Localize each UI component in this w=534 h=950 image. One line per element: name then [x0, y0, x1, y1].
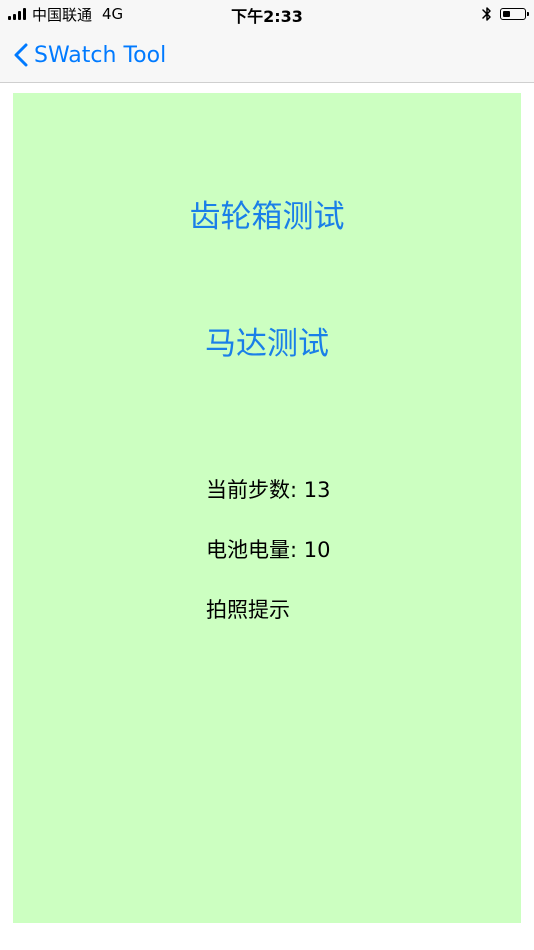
bluetooth-icon	[482, 7, 491, 21]
back-button[interactable]: SWatch Tool	[14, 38, 166, 72]
back-button-label: SWatch Tool	[34, 42, 167, 68]
status-bar: 中国联通 4G 下午2:33	[0, 0, 534, 28]
status-right	[482, 5, 529, 23]
battery-icon	[500, 8, 529, 20]
gearbox-test-button[interactable]: 齿轮箱测试	[13, 191, 521, 236]
battery-level-fill	[502, 10, 510, 17]
current-steps-label: 当前步数: 13	[206, 478, 331, 502]
status-time: 下午2:33	[231, 7, 303, 26]
photo-hint-label: 拍照提示	[206, 598, 290, 622]
chevron-left-icon	[14, 43, 28, 67]
navigation-bar: SWatch Tool	[0, 28, 534, 83]
test-panel: 齿轮箱测试 马达测试 当前步数: 13 电池电量: 10 拍照提示	[13, 93, 521, 923]
battery-level-label: 电池电量: 10	[206, 538, 331, 562]
motor-test-button[interactable]: 马达测试	[13, 318, 521, 363]
